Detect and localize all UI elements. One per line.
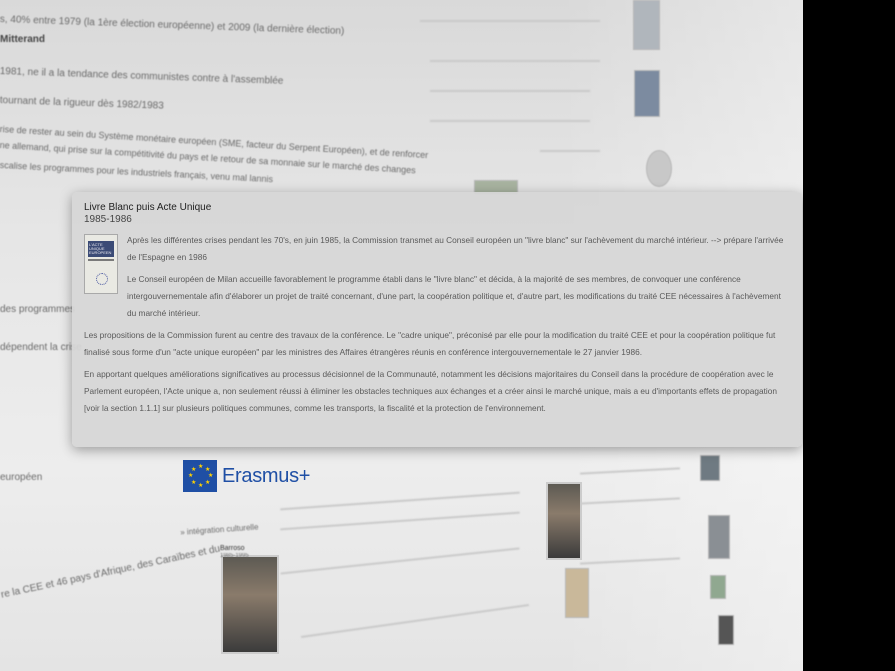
erasmus-logo: ★ ★ ★ ★ ★ ★ ★ ★ Erasmus+ — [183, 460, 310, 492]
map-thumbnail — [565, 568, 589, 618]
timeline-detail-popup[interactable]: Livre Blanc puis Acte Unique 1985-1986 L… — [72, 192, 802, 447]
bg-text-line: des programmes — [0, 304, 76, 315]
book-cover-title: L'ACTE UNIQUE EUROPEEN — [89, 242, 112, 255]
portrait-photo — [221, 555, 279, 654]
portrait-years: 1985-1995 — [220, 553, 249, 559]
photo-thumbnail — [700, 455, 720, 481]
portrait-caption: Barroso — [220, 545, 245, 552]
popup-years: 1985-1986 — [84, 214, 132, 225]
popup-paragraph: Après les différentes crises pendant les… — [127, 235, 784, 262]
erasmus-wordmark: Erasmus+ — [222, 464, 311, 487]
bg-text-line: Mitterand — [0, 34, 45, 45]
bg-line — [540, 150, 600, 152]
bg-line — [420, 20, 600, 22]
book-cover-image: L'ACTE UNIQUE EUROPEEN — [84, 234, 118, 294]
popup-paragraph: Le Conseil européen de Milan accueille f… — [127, 274, 781, 318]
bg-line — [430, 120, 590, 122]
popup-paragraph: En apportant quelques améliorations sign… — [84, 369, 777, 413]
photo-thumbnail — [708, 515, 730, 559]
outside-area — [803, 0, 895, 671]
logo-thumbnail — [646, 150, 672, 187]
bg-line — [430, 90, 590, 92]
photo-thumbnail — [710, 575, 726, 599]
map-thumbnail — [633, 0, 660, 50]
popup-intro-block: L'ACTE UNIQUE EUROPEEN Après les différe… — [84, 232, 790, 322]
popup-paragraph: Les propositions de la Commission furent… — [84, 330, 776, 357]
bg-text-line: dépendent la crise — [0, 342, 82, 353]
popup-title: Livre Blanc puis Acte Unique — [84, 202, 212, 213]
eu-flag-icon: ★ ★ ★ ★ ★ ★ ★ ★ — [183, 460, 217, 492]
photo-thumbnail — [718, 615, 734, 645]
photo-thumbnail — [634, 70, 660, 117]
portrait-photo — [546, 482, 582, 560]
bg-line — [430, 60, 600, 62]
bg-text-line: européen — [0, 472, 43, 483]
